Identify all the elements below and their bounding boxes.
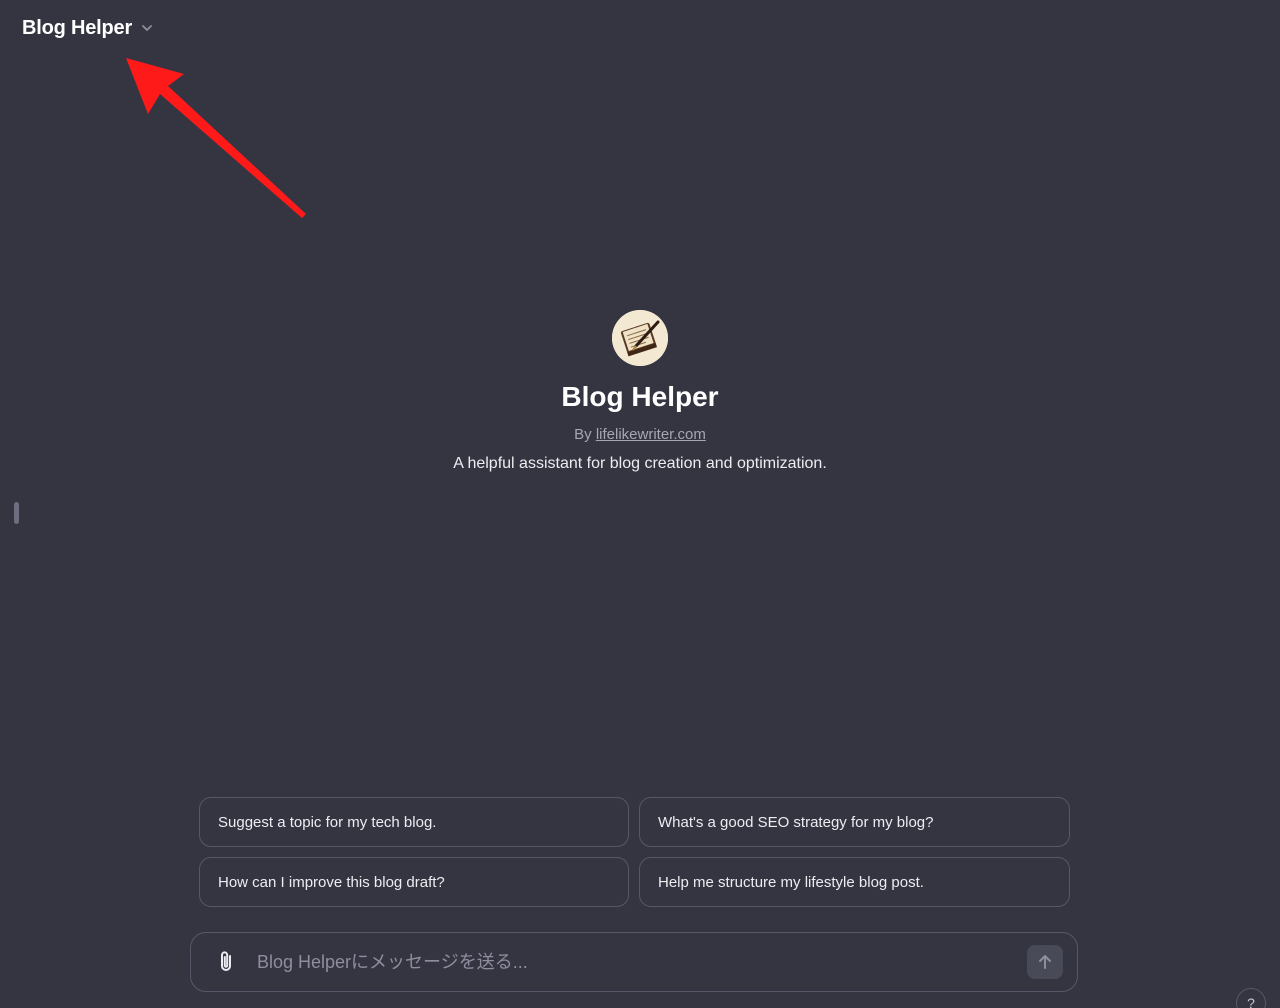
starter-button[interactable]: Help me structure my lifestyle blog post… (639, 857, 1070, 907)
message-input[interactable] (255, 950, 1027, 974)
notebook-pen-icon (612, 310, 668, 366)
byline-prefix: By (574, 426, 592, 443)
help-button[interactable]: ? (1236, 988, 1266, 1008)
starter-button[interactable]: How can I improve this blog draft? (199, 857, 629, 907)
arrow-up-icon (1039, 955, 1051, 969)
chat-page: Blog Helper Blog Helper By lifelikewrite… (0, 0, 1280, 1008)
gpt-name: Blog Helper (561, 381, 719, 412)
model-selector-button[interactable]: Blog Helper (14, 12, 162, 44)
sidebar-toggle-handle[interactable] (14, 502, 19, 524)
send-button[interactable] (1027, 945, 1063, 979)
author-link[interactable]: lifelikewriter.com (596, 426, 706, 443)
starter-button[interactable]: Suggest a topic for my tech blog. (199, 797, 629, 847)
gpt-intro: Blog Helper By lifelikewriter.com A help… (0, 310, 1280, 473)
message-composer (190, 932, 1078, 992)
gpt-description: A helpful assistant for blog creation an… (453, 455, 827, 472)
conversation-starters: Suggest a topic for my tech blog. What's… (199, 797, 1070, 907)
paperclip-icon (221, 951, 231, 971)
model-title: Blog Helper (22, 16, 133, 39)
attach-button[interactable] (211, 947, 241, 977)
gpt-avatar (612, 310, 668, 366)
starter-button[interactable]: What's a good SEO strategy for my blog? (639, 797, 1070, 847)
help-label: ? (1247, 995, 1255, 1008)
chevron-down-icon (140, 21, 154, 35)
gpt-byline: By lifelikewriter.com (574, 426, 706, 443)
